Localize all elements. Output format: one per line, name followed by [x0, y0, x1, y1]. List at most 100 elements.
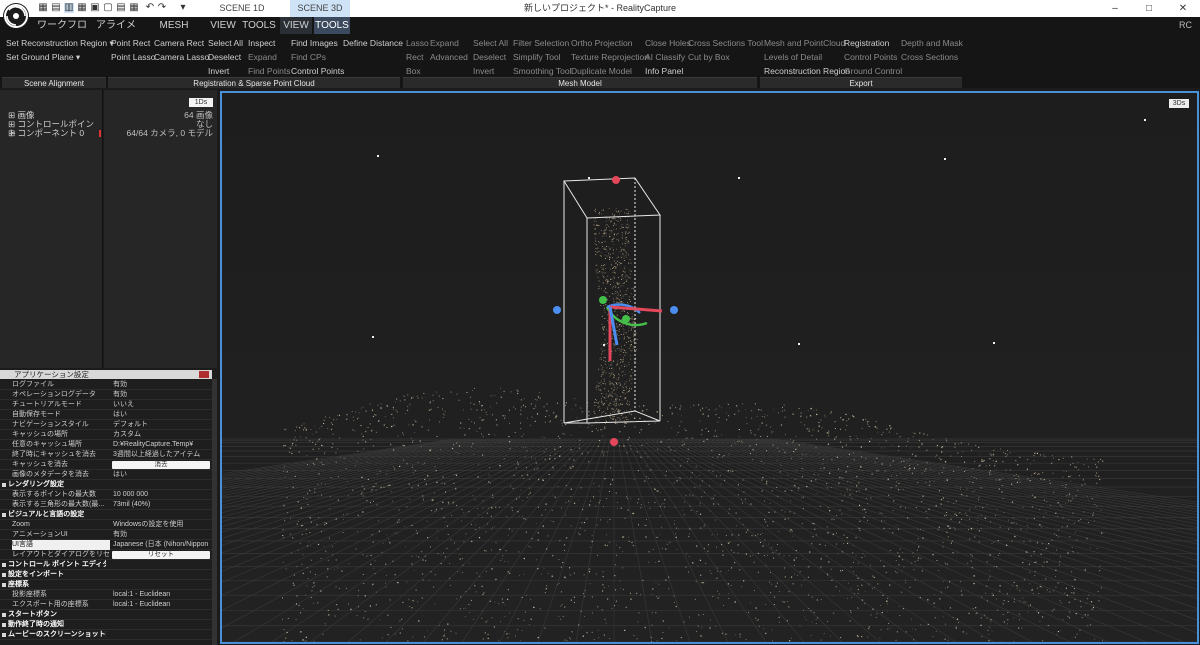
layout-icon[interactable]: ▤ — [51, 3, 61, 13]
box-button[interactable]: Box — [406, 66, 421, 76]
smoothing-tool-button[interactable]: Smoothing Tool — [513, 66, 571, 76]
settings-row[interactable]: 任意のキャッシュ場所 D:¥RealityCapture.Temp¥ — [0, 440, 212, 450]
cut-by-box-button[interactable]: Cut by Box — [688, 52, 730, 62]
define-distance-button[interactable]: Define Distance — [343, 38, 403, 48]
settings-value[interactable]: D:¥RealityCapture.Temp¥ — [113, 440, 210, 450]
texture-reprojection-button[interactable]: Texture Reprojection — [571, 52, 649, 62]
point-rect-button[interactable]: Point Rect — [111, 38, 150, 48]
tab-scene-3d[interactable]: SCENE 3D — [290, 0, 350, 17]
box-handle-right[interactable] — [670, 306, 678, 314]
mesh-invert-button[interactable]: Invert — [473, 66, 494, 76]
set-ground-plane-button[interactable]: Set Ground Plane ▾ — [6, 52, 80, 62]
settings-row[interactable]: UI言語 Japanese (日本 (Nihon/Nippon — [0, 540, 212, 550]
tab-scene-1d[interactable]: SCENE 1D — [194, 0, 290, 17]
menu-view[interactable]: VIEW — [206, 17, 240, 34]
settings-section[interactable]: ムービーのスクリーンショット撮影 — [0, 630, 212, 640]
minimize-button[interactable]: – — [1098, 0, 1132, 17]
point-cloud-scene[interactable] — [222, 93, 1197, 642]
ortho-projection-button[interactable]: Ortho Projection — [571, 38, 632, 48]
settings-value[interactable]: 有効 — [113, 380, 210, 390]
camera-lasso-button[interactable]: Camera Lasso — [154, 52, 209, 62]
menu-workflow[interactable]: ワークフロー — [34, 17, 90, 48]
export-mesh-pointcloud-button[interactable]: Mesh and PointCloud — [764, 38, 845, 48]
settings-row[interactable]: アニメーションUI 有効 — [0, 530, 212, 540]
menu-view-3d[interactable]: VIEW — [280, 17, 312, 34]
box-handle-top[interactable] — [612, 176, 620, 184]
gizmo-handle-green[interactable] — [622, 315, 630, 323]
settings-row[interactable]: Zoom Windowsの設定を使用 — [0, 520, 212, 530]
box-handle-bottom[interactable] — [610, 438, 618, 446]
settings-section[interactable]: レンダリング設定 — [0, 480, 212, 490]
inspect-button[interactable]: Inspect — [248, 38, 275, 48]
close-button[interactable]: ✕ — [1166, 0, 1200, 17]
layout-icon[interactable]: ▥ — [64, 3, 74, 13]
settings-value[interactable]: 有効 — [113, 390, 210, 400]
point-lasso-button[interactable]: Point Lasso — [111, 52, 155, 62]
dropdown-icon[interactable]: ▾ — [178, 3, 188, 13]
settings-section[interactable]: 座標系 — [0, 580, 212, 590]
settings-section[interactable]: コントロール ポイント エディターの明るさの向上 — [0, 560, 212, 570]
lasso-button[interactable]: Lasso — [406, 38, 429, 48]
settings-value[interactable]: local:1 - Euclidean — [113, 590, 210, 600]
settings-value[interactable]: 73mil (40%) — [113, 500, 210, 510]
settings-row[interactable]: 自動保存モード はい — [0, 410, 212, 420]
settings-row[interactable]: 表示する三角形の最大数(最... 73mil (40%) — [0, 500, 212, 510]
layout-icon[interactable]: ▦ — [77, 3, 87, 13]
settings-close-icon[interactable] — [199, 371, 209, 378]
control-points-button[interactable]: Control Points — [291, 66, 344, 76]
settings-value[interactable]: 有効 — [113, 530, 210, 540]
camera-rect-button[interactable]: Camera Rect — [154, 38, 204, 48]
mesh-expand-button[interactable]: Expand — [430, 38, 459, 48]
maximize-button[interactable]: □ — [1132, 0, 1166, 17]
settings-section[interactable]: 設定をインポート — [0, 570, 212, 580]
info-panel-button[interactable]: Info Panel — [645, 66, 683, 76]
export-control-points-button[interactable]: Control Points — [844, 52, 897, 62]
menu-mesh-model[interactable]: MESH MODEL — [146, 17, 202, 48]
export-cross-sections-button[interactable]: Cross Sections — [901, 52, 958, 62]
simplify-tool-button[interactable]: Simplify Tool — [513, 52, 561, 62]
gizmo-handle-green[interactable] — [599, 296, 607, 304]
tree-item-component[interactable]: ⊞ コンポーネント 0 — [8, 129, 84, 138]
duplicate-model-button[interactable]: Duplicate Model — [571, 66, 632, 76]
menu-tools-3d[interactable]: TOOLS — [314, 17, 350, 34]
app-logo-icon[interactable] — [3, 3, 29, 29]
menu-tools[interactable]: TOOLS — [242, 17, 276, 34]
select-all-button[interactable]: Select All — [208, 38, 243, 48]
export-depth-mask-button[interactable]: Depth and Mask — [901, 38, 963, 48]
rect-button[interactable]: Rect — [406, 52, 423, 62]
box-handle-left[interactable] — [553, 306, 561, 314]
settings-row[interactable]: 投影座標系 local:1 - Euclidean — [0, 590, 212, 600]
settings-action-button[interactable]: 消去 — [112, 461, 210, 469]
settings-row[interactable]: 終了時にキャッシュを消去 3週間以上経過したアイテム — [0, 450, 212, 460]
settings-section[interactable]: 動作終了時の通知 — [0, 620, 212, 630]
set-reconstruction-region-button[interactable]: Set Reconstruction Region ▾ — [6, 38, 114, 48]
layout-icon[interactable]: ▤ — [116, 3, 126, 13]
cross-sections-tool-button[interactable]: Cross Sections Tool — [688, 38, 763, 48]
find-images-button[interactable]: Find Images — [291, 38, 338, 48]
settings-row[interactable]: ログファイル 有効 — [0, 380, 212, 390]
find-cps-button[interactable]: Find CPs — [291, 52, 326, 62]
mesh-deselect-button[interactable]: Deselect — [473, 52, 506, 62]
settings-row[interactable]: 表示するポイントの最大数 10 000 000 — [0, 490, 212, 500]
export-ground-control-button[interactable]: Ground Control — [844, 66, 902, 76]
layout-icon[interactable]: ▢ — [103, 3, 113, 13]
export-registration-button[interactable]: Registration — [844, 38, 889, 48]
settings-row[interactable]: ナビゲーションスタイル デフォルト — [0, 420, 212, 430]
settings-value[interactable]: 10 000 000 — [113, 490, 210, 500]
filter-selection-button[interactable]: Filter Selection — [513, 38, 569, 48]
settings-value[interactable]: いいえ — [113, 400, 210, 410]
settings-scrollbar[interactable] — [212, 379, 217, 645]
undo-icon[interactable]: ↶ — [145, 3, 155, 13]
settings-row[interactable]: オペレーションログデータ 有効 — [0, 390, 212, 400]
settings-section[interactable]: ビジュアルと言語の設定 — [0, 510, 212, 520]
settings-value[interactable]: はい — [113, 410, 210, 420]
settings-row[interactable]: レイアウトとダイアログをリセットリセット — [0, 550, 212, 560]
deselect-button[interactable]: Deselect — [208, 52, 241, 62]
settings-value[interactable]: Japanese (日本 (Nihon/Nippon — [113, 540, 210, 550]
settings-value[interactable]: 3週間以上経過したアイテム — [113, 450, 210, 460]
view-badge-3ds[interactable]: 3Ds — [1169, 99, 1189, 108]
close-holes-button[interactable]: Close Holes — [645, 38, 691, 48]
scene-3d-viewport[interactable]: 3Ds — [220, 91, 1199, 644]
view-badge-1ds[interactable]: 1Ds — [189, 98, 213, 107]
settings-row[interactable]: 画像のメタデータを消去 はい — [0, 470, 212, 480]
